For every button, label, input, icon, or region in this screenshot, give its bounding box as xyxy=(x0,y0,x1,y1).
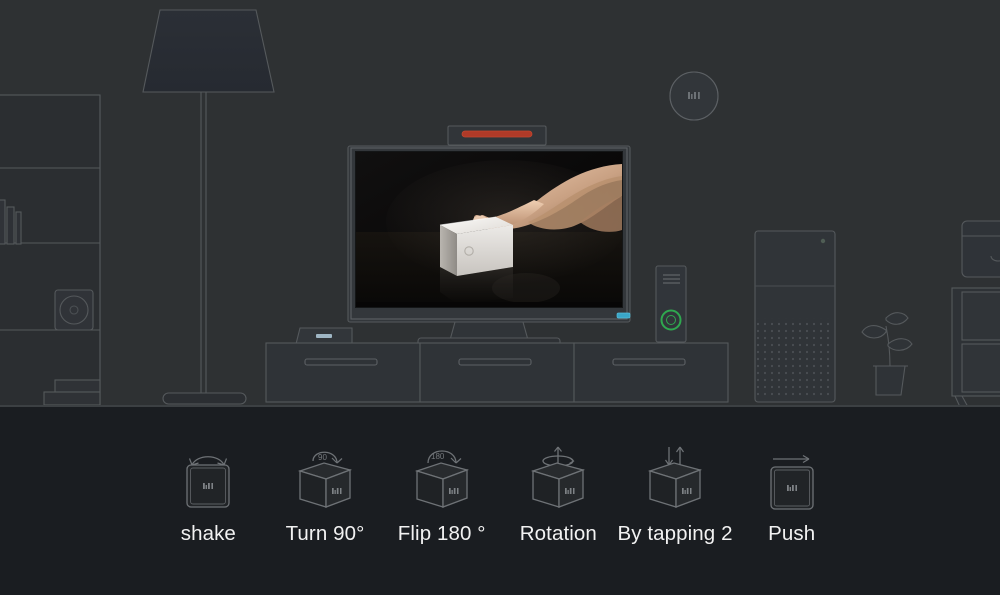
tv-cabinet xyxy=(265,342,729,403)
bookshelf xyxy=(0,94,101,407)
gesture-item-tapping2[interactable]: By tapping 2 xyxy=(617,437,734,546)
side-cabinet xyxy=(951,220,1000,407)
ai-speaker xyxy=(754,230,836,403)
living-room-scene xyxy=(0,0,1000,407)
cube-turn-icon: 90 xyxy=(297,451,353,508)
gesture-label: By tapping 2 xyxy=(617,522,733,545)
wall-disc xyxy=(669,71,719,121)
cube-push-icon xyxy=(770,454,814,510)
router xyxy=(655,265,687,343)
potted-plant xyxy=(861,312,913,396)
gesture-label: Rotation xyxy=(519,522,597,545)
mi-cube-photo xyxy=(439,216,513,276)
gesture-item-turn90[interactable]: 90 Turn 90° xyxy=(267,437,384,546)
gesture-item-rotation[interactable]: Rotation xyxy=(500,437,617,546)
gesture-label: Push xyxy=(768,522,816,545)
gesture-item-push[interactable]: Push xyxy=(733,437,850,546)
gesture-label: Flip 180 ° xyxy=(397,522,486,545)
shelf-speaker xyxy=(54,289,94,331)
cube-shake-icon xyxy=(186,456,230,508)
tv-power-led xyxy=(616,312,631,319)
set-top-box xyxy=(295,327,353,345)
cube-tap-icon xyxy=(647,446,703,508)
cube-rotation-icon xyxy=(531,446,586,508)
floor-lamp xyxy=(142,9,275,405)
gesture-item-shake[interactable]: shake xyxy=(150,437,267,546)
gesture-item-flip180[interactable]: 180 Flip 180 ° xyxy=(383,437,500,546)
gesture-list: shake 90 Turn 90° 180 Flip 180 ° Rotatio… xyxy=(150,437,850,577)
mi-logo-mark xyxy=(203,483,214,489)
svg-text:180: 180 xyxy=(431,452,445,461)
gesture-label: shake xyxy=(180,522,236,545)
cube-flip-icon: 180 xyxy=(414,450,469,508)
tv-screen-photo xyxy=(356,152,622,307)
gesture-panel: shake 90 Turn 90° 180 Flip 180 ° Rotatio… xyxy=(0,407,1000,595)
mi-logo-mark xyxy=(786,485,797,491)
svg-text:90: 90 xyxy=(318,453,327,462)
gesture-label: Turn 90° xyxy=(285,522,365,545)
app-root: shake 90 Turn 90° 180 Flip 180 ° Rotatio… xyxy=(0,0,1000,595)
